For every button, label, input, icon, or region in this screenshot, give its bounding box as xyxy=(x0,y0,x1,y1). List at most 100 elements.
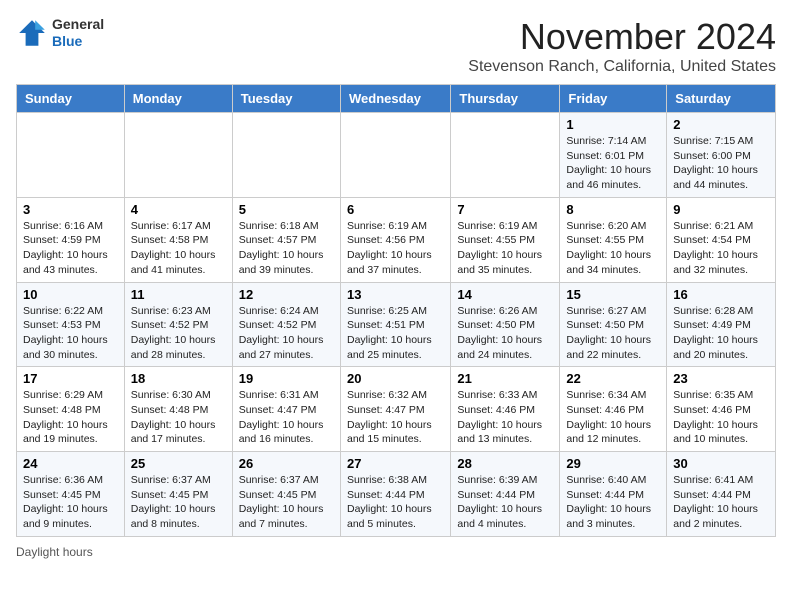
logo-text: General Blue xyxy=(52,16,104,50)
day-number: 3 xyxy=(23,202,118,217)
calendar-cell: 13 Sunrise: 6:25 AM Sunset: 4:51 PM Dayli… xyxy=(340,282,450,367)
day-info: Sunrise: 6:31 AM Sunset: 4:47 PM Dayligh… xyxy=(239,388,334,447)
calendar-day-header: Friday xyxy=(560,85,667,113)
day-info: Sunrise: 6:23 AM Sunset: 4:52 PM Dayligh… xyxy=(131,304,226,363)
calendar-day-header: Sunday xyxy=(17,85,125,113)
day-number: 24 xyxy=(23,456,118,471)
calendar-cell: 30Sunrise: 6:41 AM Sunset: 4:44 PM Dayli… xyxy=(667,452,776,537)
day-info: Sunrise: 6:33 AM Sunset: 4:46 PM Dayligh… xyxy=(457,388,553,447)
title-block: November 2024 Stevenson Ranch, Californi… xyxy=(468,16,776,76)
logo: General Blue xyxy=(16,16,104,50)
calendar-cell: 21Sunrise: 6:33 AM Sunset: 4:46 PM Dayli… xyxy=(451,367,560,452)
day-number: 22 xyxy=(566,371,660,386)
calendar-cell: 1Sunrise: 7:14 AM Sunset: 6:01 PM Daylig… xyxy=(560,113,667,198)
calendar-cell: 3 Sunrise: 6:16 AM Sunset: 4:59 PM Daylig… xyxy=(17,197,125,282)
calendar-week-row: 10 Sunrise: 6:22 AM Sunset: 4:53 PM Dayli… xyxy=(17,282,776,367)
day-number: 11 xyxy=(131,287,226,302)
calendar-cell xyxy=(340,113,450,198)
footer: Daylight hours xyxy=(16,545,776,559)
day-number: 2 xyxy=(673,117,769,132)
page-header: General Blue November 2024 Stevenson Ran… xyxy=(16,16,776,76)
calendar-day-header: Thursday xyxy=(451,85,560,113)
day-number: 29 xyxy=(566,456,660,471)
day-number: 8 xyxy=(566,202,660,217)
day-number: 9 xyxy=(673,202,769,217)
calendar-cell: 16 Sunrise: 6:28 AM Sunset: 4:49 PM Dayli… xyxy=(667,282,776,367)
day-number: 25 xyxy=(131,456,226,471)
day-info: Sunrise: 6:16 AM Sunset: 4:59 PM Dayligh… xyxy=(23,219,118,278)
day-number: 13 xyxy=(347,287,444,302)
calendar-week-row: 24 Sunrise: 6:36 AM Sunset: 4:45 PM Dayli… xyxy=(17,452,776,537)
location: Stevenson Ranch, California, United Stat… xyxy=(468,58,776,76)
day-info: Sunrise: 6:38 AM Sunset: 4:44 PM Dayligh… xyxy=(347,473,444,532)
calendar-cell: 26Sunrise: 6:37 AM Sunset: 4:45 PM Dayli… xyxy=(232,452,340,537)
day-number: 23 xyxy=(673,371,769,386)
calendar-cell: 18 Sunrise: 6:30 AM Sunset: 4:48 PM Dayli… xyxy=(124,367,232,452)
month-title: November 2024 xyxy=(468,16,776,58)
calendar-cell: 15 Sunrise: 6:27 AM Sunset: 4:50 PM Dayli… xyxy=(560,282,667,367)
calendar-week-row: 1Sunrise: 7:14 AM Sunset: 6:01 PM Daylig… xyxy=(17,113,776,198)
day-info: Sunrise: 6:30 AM Sunset: 4:48 PM Dayligh… xyxy=(131,388,226,447)
calendar-cell xyxy=(451,113,560,198)
calendar-cell: 2 Sunrise: 7:15 AM Sunset: 6:00 PM Daylig… xyxy=(667,113,776,198)
calendar-cell: 19 Sunrise: 6:31 AM Sunset: 4:47 PM Dayli… xyxy=(232,367,340,452)
day-info: Sunrise: 6:20 AM Sunset: 4:55 PM Dayligh… xyxy=(566,219,660,278)
calendar-cell: 22 Sunrise: 6:34 AM Sunset: 4:46 PM Dayli… xyxy=(560,367,667,452)
day-info: Sunrise: 6:19 AM Sunset: 4:56 PM Dayligh… xyxy=(347,219,444,278)
day-number: 19 xyxy=(239,371,334,386)
day-number: 16 xyxy=(673,287,769,302)
day-info: Sunrise: 6:35 AM Sunset: 4:46 PM Dayligh… xyxy=(673,388,769,447)
calendar-cell: 4Sunrise: 6:17 AM Sunset: 4:58 PM Daylig… xyxy=(124,197,232,282)
day-info: Sunrise: 6:40 AM Sunset: 4:44 PM Dayligh… xyxy=(566,473,660,532)
day-number: 6 xyxy=(347,202,444,217)
calendar-cell: 20 Sunrise: 6:32 AM Sunset: 4:47 PM Dayli… xyxy=(340,367,450,452)
calendar-week-row: 17Sunrise: 6:29 AM Sunset: 4:48 PM Dayli… xyxy=(17,367,776,452)
calendar-cell: 25 Sunrise: 6:37 AM Sunset: 4:45 PM Dayli… xyxy=(124,452,232,537)
logo-icon xyxy=(16,17,48,49)
day-number: 10 xyxy=(23,287,118,302)
day-number: 1 xyxy=(566,117,660,132)
calendar-cell: 14Sunrise: 6:26 AM Sunset: 4:50 PM Dayli… xyxy=(451,282,560,367)
day-number: 18 xyxy=(131,371,226,386)
day-number: 17 xyxy=(23,371,118,386)
day-info: Sunrise: 6:19 AM Sunset: 4:55 PM Dayligh… xyxy=(457,219,553,278)
day-info: Sunrise: 6:36 AM Sunset: 4:45 PM Dayligh… xyxy=(23,473,118,532)
day-number: 28 xyxy=(457,456,553,471)
calendar-day-header: Tuesday xyxy=(232,85,340,113)
day-info: Sunrise: 6:18 AM Sunset: 4:57 PM Dayligh… xyxy=(239,219,334,278)
day-info: Sunrise: 6:25 AM Sunset: 4:51 PM Dayligh… xyxy=(347,304,444,363)
day-number: 15 xyxy=(566,287,660,302)
day-info: Sunrise: 6:28 AM Sunset: 4:49 PM Dayligh… xyxy=(673,304,769,363)
calendar-cell: 28 Sunrise: 6:39 AM Sunset: 4:44 PM Dayli… xyxy=(451,452,560,537)
day-number: 27 xyxy=(347,456,444,471)
day-info: Sunrise: 6:26 AM Sunset: 4:50 PM Dayligh… xyxy=(457,304,553,363)
day-info: Sunrise: 6:34 AM Sunset: 4:46 PM Dayligh… xyxy=(566,388,660,447)
calendar-day-header: Monday xyxy=(124,85,232,113)
day-info: Sunrise: 6:37 AM Sunset: 4:45 PM Dayligh… xyxy=(131,473,226,532)
calendar-cell: 6 Sunrise: 6:19 AM Sunset: 4:56 PM Daylig… xyxy=(340,197,450,282)
calendar-cell: 7 Sunrise: 6:19 AM Sunset: 4:55 PM Daylig… xyxy=(451,197,560,282)
calendar-cell: 24 Sunrise: 6:36 AM Sunset: 4:45 PM Dayli… xyxy=(17,452,125,537)
calendar-cell: 27 Sunrise: 6:38 AM Sunset: 4:44 PM Dayli… xyxy=(340,452,450,537)
day-number: 20 xyxy=(347,371,444,386)
logo-general: General xyxy=(52,16,104,32)
daylight-label: Daylight hours xyxy=(16,545,93,559)
calendar-cell xyxy=(124,113,232,198)
day-info: Sunrise: 6:27 AM Sunset: 4:50 PM Dayligh… xyxy=(566,304,660,363)
day-info: Sunrise: 6:41 AM Sunset: 4:44 PM Dayligh… xyxy=(673,473,769,532)
day-info: Sunrise: 6:32 AM Sunset: 4:47 PM Dayligh… xyxy=(347,388,444,447)
day-number: 12 xyxy=(239,287,334,302)
day-info: Sunrise: 7:15 AM Sunset: 6:00 PM Dayligh… xyxy=(673,134,769,193)
day-info: Sunrise: 6:39 AM Sunset: 4:44 PM Dayligh… xyxy=(457,473,553,532)
logo-blue: Blue xyxy=(52,33,82,49)
calendar-day-header: Wednesday xyxy=(340,85,450,113)
day-number: 4 xyxy=(131,202,226,217)
calendar-header-row: SundayMondayTuesdayWednesdayThursdayFrid… xyxy=(17,85,776,113)
calendar-cell: 23 Sunrise: 6:35 AM Sunset: 4:46 PM Dayli… xyxy=(667,367,776,452)
day-info: Sunrise: 6:37 AM Sunset: 4:45 PM Dayligh… xyxy=(239,473,334,532)
calendar-day-header: Saturday xyxy=(667,85,776,113)
calendar-cell: 9Sunrise: 6:21 AM Sunset: 4:54 PM Daylig… xyxy=(667,197,776,282)
day-info: Sunrise: 6:22 AM Sunset: 4:53 PM Dayligh… xyxy=(23,304,118,363)
calendar-cell: 5Sunrise: 6:18 AM Sunset: 4:57 PM Daylig… xyxy=(232,197,340,282)
day-number: 7 xyxy=(457,202,553,217)
